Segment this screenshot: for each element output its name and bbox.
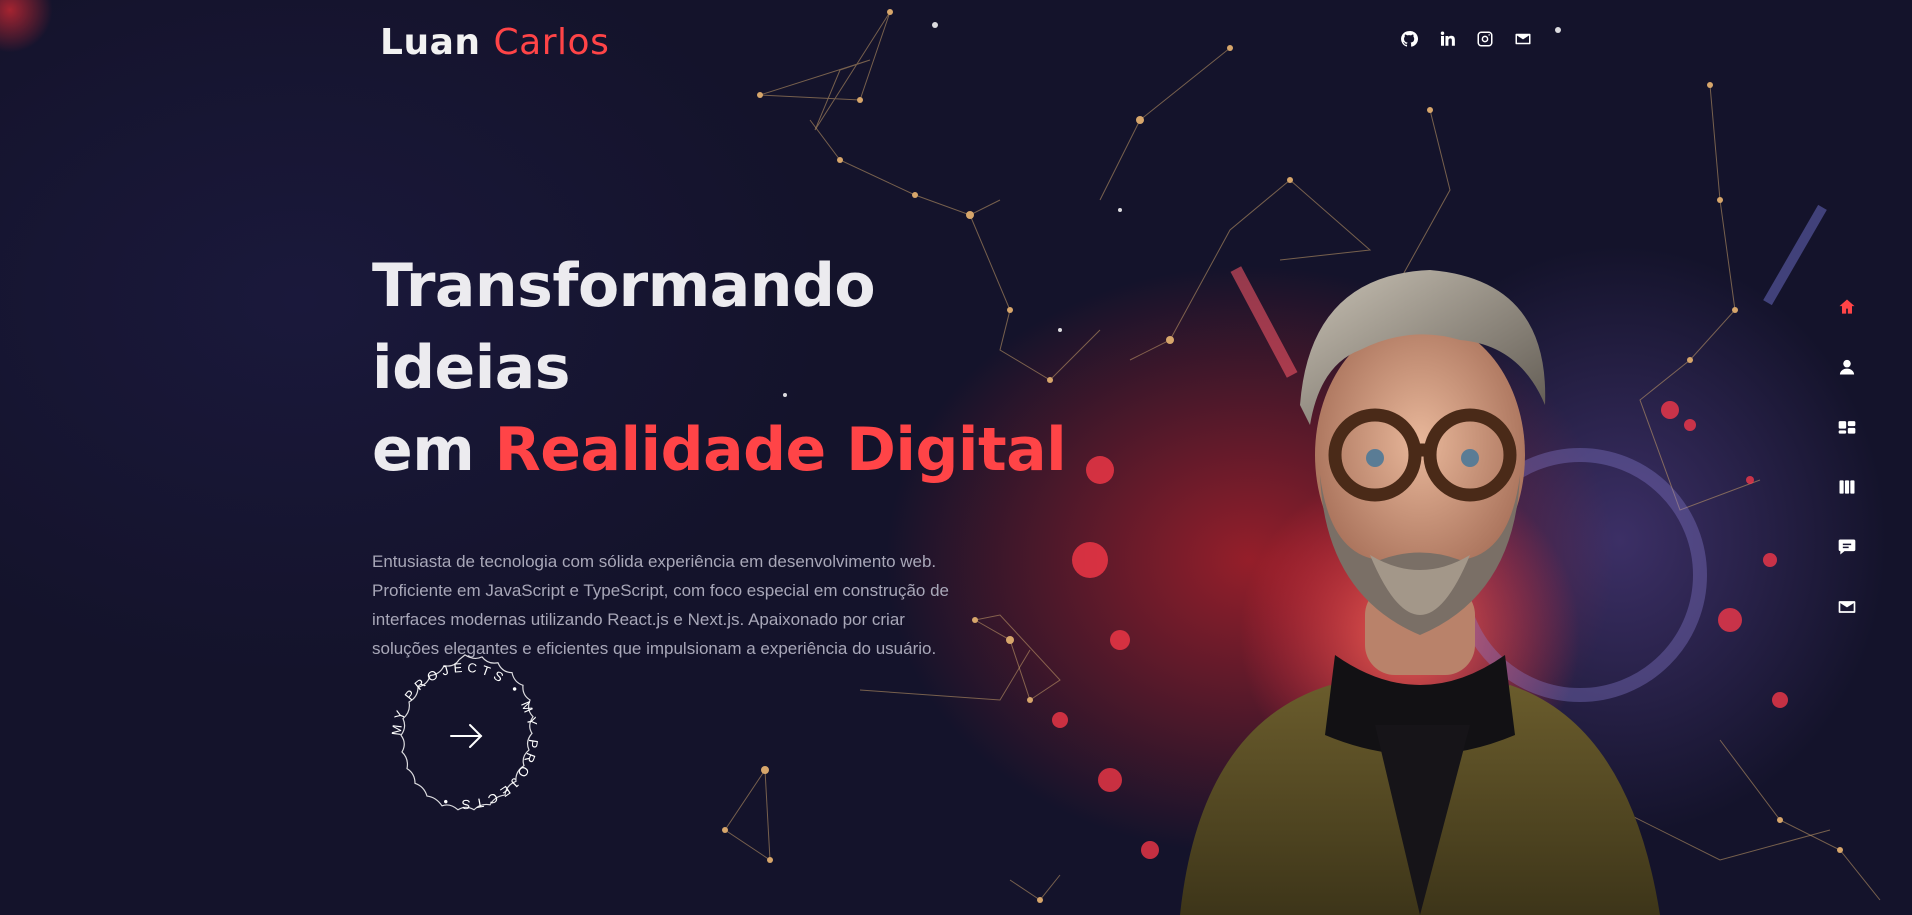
logo[interactable]: Luan Carlos: [380, 22, 609, 63]
nav-testimonials[interactable]: [1836, 536, 1858, 558]
github-link[interactable]: [1400, 30, 1418, 48]
linkedin-link[interactable]: [1438, 30, 1456, 48]
logo-last-name: Carlos: [493, 22, 610, 63]
nav-portfolio[interactable]: [1836, 476, 1858, 498]
logo-first-name: Luan: [380, 22, 481, 63]
portrait-illustration: [1180, 270, 1707, 915]
testimonials-icon: [1838, 539, 1856, 555]
services-icon: [1838, 421, 1856, 434]
arrow-right-icon: [450, 724, 483, 748]
social-links: [1400, 30, 1532, 48]
user-icon: [1839, 359, 1855, 375]
portfolio-icon: [1839, 480, 1855, 494]
github-icon: [1401, 31, 1418, 47]
side-navigation: [1836, 296, 1858, 618]
mail-icon: [1515, 33, 1531, 45]
nav-contact[interactable]: [1836, 596, 1858, 618]
instagram-icon: [1477, 31, 1493, 47]
nav-home[interactable]: [1836, 296, 1858, 318]
nav-services[interactable]: [1836, 416, 1858, 438]
nav-about[interactable]: [1836, 356, 1858, 378]
hero-title-accent: Realidade Digital: [494, 415, 1067, 485]
home-icon: [1839, 299, 1855, 314]
linkedin-icon: [1440, 31, 1455, 46]
hero-title: Transformando ideias em Realidade Digita…: [372, 245, 1092, 491]
email-link[interactable]: [1514, 30, 1532, 48]
hero-section: Transformando ideias em Realidade Digita…: [372, 245, 1092, 663]
my-projects-button[interactable]: MY PROJECTS • MY PROJECTS •: [372, 643, 558, 829]
hero-title-prefix: em: [372, 415, 495, 485]
instagram-link[interactable]: [1476, 30, 1494, 48]
contact-mail-icon: [1838, 601, 1856, 613]
hero-title-line1: Transformando ideias: [372, 251, 876, 403]
site-header: Luan Carlos: [0, 0, 1912, 90]
